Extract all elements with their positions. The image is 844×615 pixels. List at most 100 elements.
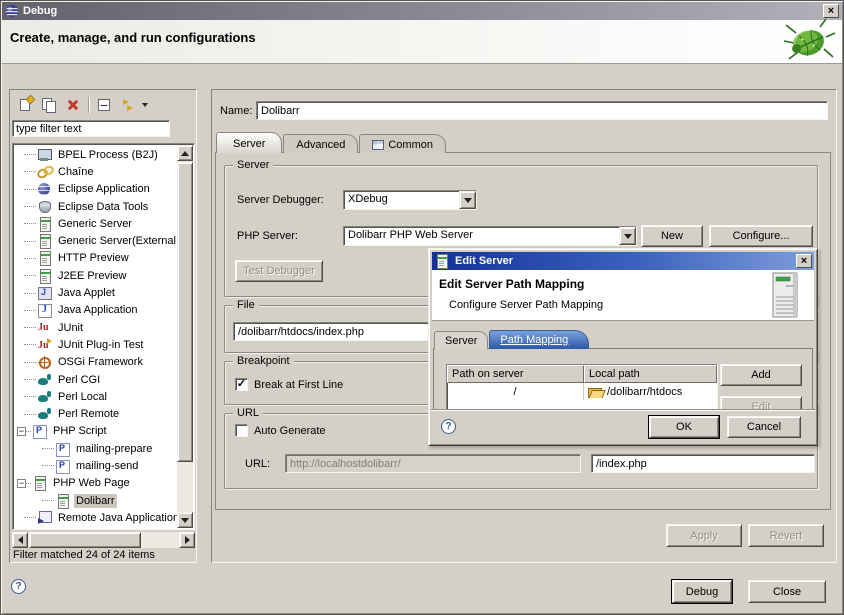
filter-menu-chevron-icon[interactable] [142,103,148,107]
tree-horizontal-scrollbar[interactable] [12,532,195,548]
tree-item-junit-plugin-test[interactable]: JUnit Plug-in Test [14,336,177,353]
tab-server[interactable]: Server [216,132,282,153]
osgi-framework-icon [37,355,53,369]
junit-plugin-icon [37,338,53,352]
collapse-expander-icon[interactable]: − [17,479,26,488]
base-url-input [285,454,581,473]
auto-generate-checkbox[interactable]: Auto Generate [235,424,326,437]
test-debugger-button: Test Debugger [235,260,323,282]
filter-status: Filter matched 24 of 24 items [13,549,155,561]
file-group-title: File [233,299,259,312]
tree-item-chaine[interactable]: Chaîne [14,163,177,180]
edit-server-button-bar: ? OK Cancel [431,409,815,443]
tree-item-java-application[interactable]: Java Application [14,302,177,319]
url-path-input[interactable] [591,454,815,473]
server-icon [55,494,71,508]
tree-item-j2ee-preview[interactable]: J2EE Preview [14,267,177,284]
vertical-scroll-thumb[interactable] [177,162,193,462]
tree-item-perl-remote[interactable]: Perl Remote [14,405,177,422]
server-debugger-select[interactable]: XDebug [343,190,477,210]
collapse-expander-icon[interactable]: − [17,427,26,436]
server-group-title: Server [233,159,273,172]
collapse-all-icon[interactable] [92,94,116,116]
filter-icon[interactable] [116,94,140,116]
name-input[interactable] [256,101,828,120]
tree-item-eclipse-application[interactable]: Eclipse Application [14,181,177,198]
tree-item-mailing-send[interactable]: mailing-send [14,457,177,474]
delete-icon[interactable] [61,94,85,116]
tree-item-junit[interactable]: JUnit [14,319,177,336]
bpel-process-icon [37,148,53,162]
php-icon [55,459,71,473]
scroll-left-icon[interactable] [12,532,28,548]
eclipse-application-icon [37,182,53,196]
dialog-heading: Create, manage, and run configurations [10,30,256,45]
help-icon[interactable]: ? [441,419,456,434]
tab-common[interactable]: Common [359,134,446,153]
junit-icon [37,321,53,335]
debug-button[interactable]: Debug [672,580,732,603]
server-tower-icon [770,272,802,319]
server-icon [37,217,53,231]
tree-vertical-scrollbar[interactable] [177,145,193,528]
scroll-right-icon[interactable] [179,532,195,548]
new-server-button[interactable]: New [641,225,703,247]
path-mapping-table: Path on server Local path / /dolibarr/ht… [446,364,718,412]
folder-icon [588,386,603,397]
tree-item-perl-local[interactable]: Perl Local [14,388,177,405]
php-icon [55,442,71,456]
tree-item-php-web-page[interactable]: −PHP Web Page [14,475,177,492]
perl-icon [37,390,53,404]
tab-advanced[interactable]: Advanced [283,134,358,153]
tree-item-osgi-framework[interactable]: OSGi Framework [14,354,177,371]
server-icon [37,269,53,283]
tree-item-bpel-process[interactable]: BPEL Process (B2J) [14,146,177,163]
cancel-button[interactable]: Cancel [727,416,801,438]
new-config-icon[interactable] [13,94,37,116]
edit-server-title-bar: Edit Server × [432,252,814,270]
tree-item-generic-server-external[interactable]: Generic Server(External La [14,232,177,249]
column-header-path-on-server[interactable]: Path on server [447,365,584,383]
chevron-down-icon[interactable] [619,227,636,245]
breakpoint-group-title: Breakpoint [233,355,294,368]
tree-item-remote-java-application[interactable]: Remote Java Application [14,509,177,526]
add-mapping-button[interactable]: Add [720,364,802,386]
tree-item-java-applet[interactable]: Java Applet [14,284,177,301]
tree-item-eclipse-data-tools[interactable]: Eclipse Data Tools [14,198,177,215]
close-button[interactable]: Close [748,580,826,603]
tree-item-http-preview[interactable]: HTTP Preview [14,250,177,267]
filter-input[interactable] [12,120,170,137]
close-icon[interactable]: × [823,4,839,18]
tree-item-generic-server[interactable]: Generic Server [14,215,177,232]
scroll-down-icon[interactable] [177,512,193,528]
tab-server[interactable]: Server [434,331,488,349]
chevron-down-icon[interactable] [459,191,476,209]
close-icon[interactable]: × [796,254,812,268]
debug-bug-icon [782,17,836,67]
common-tab-icon [372,140,384,150]
server-icon [37,251,53,265]
configure-server-button[interactable]: Configure... [709,225,813,247]
duplicate-icon[interactable] [37,94,61,116]
tree-item-dolibarr[interactable]: Dolibarr [14,492,177,509]
ok-button[interactable]: OK [649,416,719,438]
checkbox-unchecked-icon[interactable] [235,424,248,437]
apply-button: Apply [666,524,742,547]
url-label: URL: [245,458,270,470]
tab-path-mapping[interactable]: Path Mapping [489,330,589,349]
url-group-title: URL [233,407,263,420]
help-icon[interactable]: ? [11,579,26,594]
column-header-local-path[interactable]: Local path [584,365,717,383]
php-server-select[interactable]: Dolibarr PHP Web Server [343,226,637,246]
php-icon [32,424,48,438]
remote-java-icon [37,511,53,525]
tree-item-perl-cgi[interactable]: Perl CGI [14,371,177,388]
break-at-first-line-checkbox[interactable]: ✓ Break at First Line [235,378,343,391]
scroll-up-icon[interactable] [177,145,193,161]
tree-item-mailing-prepare[interactable]: mailing-prepare [14,440,177,457]
tree-item-php-script[interactable]: −PHP Script [14,423,177,440]
perl-icon [37,373,53,387]
checkbox-checked-icon[interactable]: ✓ [235,378,248,391]
horizontal-scroll-thumb[interactable] [29,532,141,548]
table-row[interactable]: / /dolibarr/htdocs [447,383,717,400]
